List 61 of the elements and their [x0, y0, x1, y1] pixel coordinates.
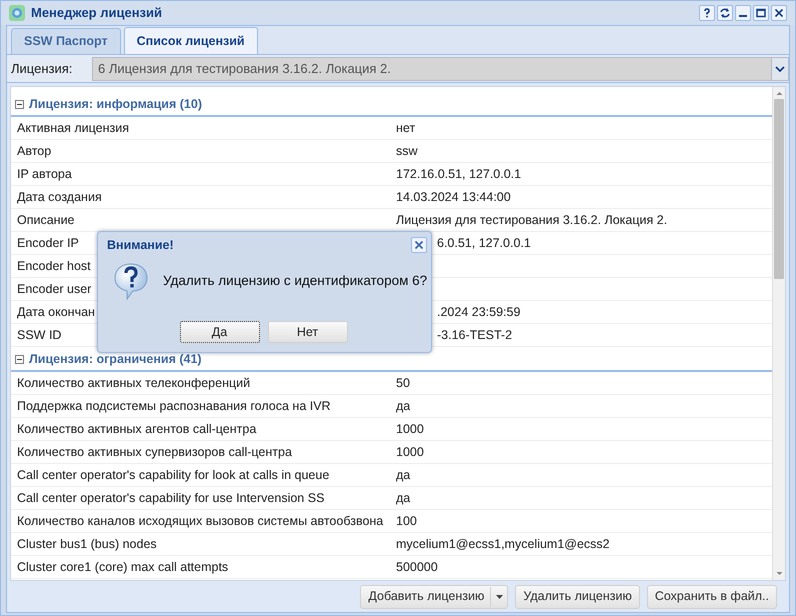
row-label: Автор	[17, 144, 52, 158]
toolbar-button[interactable]: Сохранить в файл..	[646, 584, 777, 608]
row-label: Поддержка подсистемы распознавания голоса на IVR	[17, 398, 331, 413]
row-value: 50	[396, 374, 410, 392]
row-value: 172.16.0.51, 127.0.0.1	[396, 166, 522, 183]
license-dropdown[interactable]: 6 Лицензия для тестирования 3.16.2. Локация 2.	[92, 56, 789, 80]
row-value: -3.16-TEST-2	[437, 326, 512, 344]
field-label: Лицензия:	[10, 60, 74, 78]
help-icon[interactable]	[699, 5, 715, 21]
dialog-button[interactable]: Да	[180, 321, 260, 343]
window-title: Менеджер лицензий	[31, 4, 162, 22]
close-icon[interactable]	[771, 5, 787, 21]
row-label: Активная лицензия	[17, 120, 130, 135]
row-label: Encoder host	[17, 258, 91, 273]
tab[interactable]: Список лицензий	[124, 27, 258, 54]
scrollbar[interactable]	[772, 87, 785, 580]
row-label: IP автора	[17, 166, 72, 181]
row-label: Количество активных агентов call-центра	[17, 422, 256, 436]
row-value: 500000	[396, 558, 438, 576]
dialog-title: Внимание!	[107, 236, 175, 254]
row-value: нет	[396, 120, 416, 137]
dialog-button[interactable]: Нет	[268, 321, 348, 343]
row-value: да	[396, 490, 410, 507]
row-label: Call center operator's capability for look at calls in queue	[17, 468, 330, 482]
row-value: 14.03.2024 13:44:00	[396, 188, 511, 206]
row-value: ssw	[396, 142, 418, 160]
row-value: да	[396, 466, 410, 484]
row-label: SSW ID	[17, 328, 62, 342]
row-label: Количество активных супервизоров call-центра	[17, 444, 292, 459]
row-value: да	[396, 398, 410, 415]
row-label: Количество каналов исходящих вызовов системы автообзвона	[17, 514, 384, 528]
row-label: Описание	[17, 212, 75, 227]
close-icon[interactable]	[411, 237, 427, 253]
row-label: Call center operator's capability for use Intervension SS	[17, 490, 324, 505]
toolbar-button[interactable]: Удалить лицензию	[515, 584, 640, 608]
app-icon	[9, 5, 25, 21]
row-label: Encoder user	[17, 282, 92, 296]
section-header: Лицензия: информация (10)	[29, 96, 202, 113]
collapse-icon[interactable]	[15, 100, 24, 108]
row-label: Cluster core1 (core) max call attempts	[17, 560, 228, 574]
row-label: Количество активных телеконференций	[17, 376, 250, 390]
row-label: Дата окончан	[17, 304, 95, 319]
toolbar-button[interactable]: Добавить лицензию	[360, 584, 508, 608]
row-label: Дата создания	[17, 190, 102, 204]
row-value: Лицензия для тестирования 3.16.2. Локация 2.	[396, 212, 668, 229]
collapse-icon[interactable]	[15, 354, 24, 364]
question-icon	[113, 261, 149, 301]
row-label: Encoder IP	[17, 236, 79, 250]
minimize-icon[interactable]	[735, 5, 751, 21]
row-value: 100	[396, 512, 417, 530]
row-label: Cluster bus1 (bus) nodes	[17, 536, 157, 551]
section-header: Лицензия: ограничения (41)	[29, 350, 202, 368]
refresh-icon[interactable]	[717, 5, 733, 21]
row-value: mycelium1@ecss1,mycelium1@ecss2	[396, 536, 610, 553]
tab[interactable]: SSW Паспорт	[11, 28, 121, 54]
row-value: .2024 23:59:59	[437, 304, 520, 321]
row-value: 1000	[396, 444, 424, 461]
row-value: 1000	[396, 420, 424, 438]
dialog-message: Удалить лицензию с идентификатором 6?	[163, 272, 428, 290]
row-value: 6.0.51, 127.0.0.1	[437, 234, 531, 252]
maximize-icon[interactable]	[753, 5, 769, 21]
